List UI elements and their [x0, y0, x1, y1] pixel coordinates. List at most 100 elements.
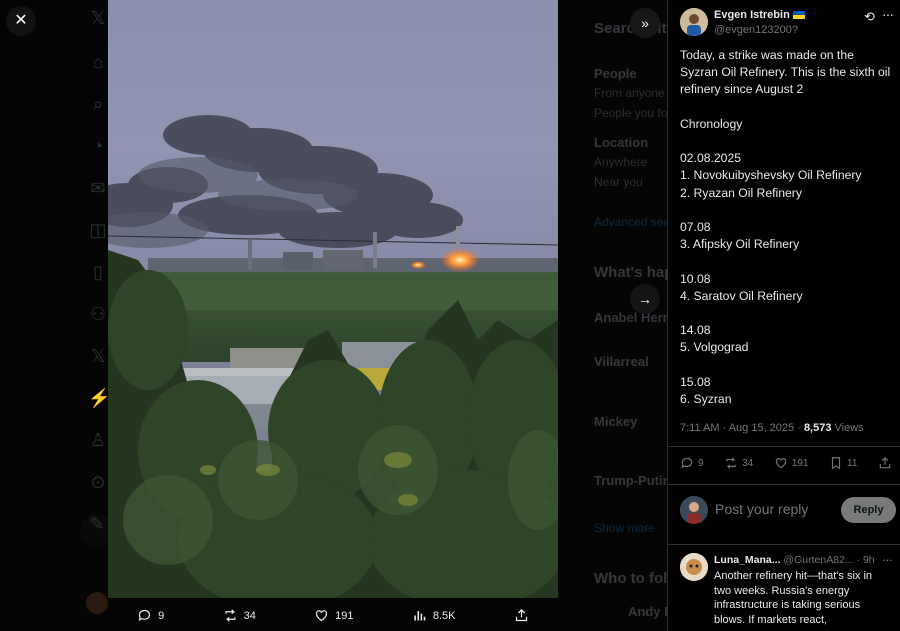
media-share-action[interactable]	[514, 608, 529, 623]
comment-text-line: two weeks. Russia's energy	[714, 584, 850, 597]
home-icon: ⌂	[92, 52, 104, 72]
refinery-fire-photo	[108, 0, 558, 598]
reply-action[interactable]: 9	[680, 456, 704, 470]
bg-near-you: Near you	[594, 175, 643, 189]
comment-text-line: infrastructure is taking serious	[714, 599, 861, 611]
reply-icon	[681, 457, 693, 469]
comment-header: Luna_Mana... @GurtenA82... · 9h	[714, 554, 875, 566]
post-action-bar: 9 34 191 11	[680, 456, 892, 470]
reply-icon	[138, 609, 151, 622]
media-views-action[interactable]: 8.5K	[412, 608, 456, 623]
grok-icon[interactable]: ⟲	[864, 9, 875, 25]
bg-anywhere: Anywhere	[594, 155, 648, 169]
post-detail-panel: Evgen Istrebin @evgen123200? ⟲ ··· Today…	[667, 0, 900, 631]
author-handle[interactable]: @evgen123200?	[714, 24, 798, 36]
post-text-line: 1. Novokuibyshevsky Oil Refinery	[680, 168, 862, 183]
reply-count: 9	[698, 457, 704, 469]
ukraine-flag-icon	[792, 11, 805, 19]
post-text-line	[680, 99, 896, 116]
more-nav-icon: ⊙	[90, 472, 106, 492]
bg-trend-3: Mickey	[594, 414, 638, 429]
bg-from-anyone: From anyone	[594, 86, 665, 100]
bg-trend-4: Trump-Putin	[594, 473, 667, 488]
like-action[interactable]: 191	[774, 456, 809, 470]
post-text-line: Chronology	[680, 116, 743, 131]
bg-trend-1: Anabel Hernández	[594, 310, 667, 325]
bg-trend-2: Villarreal	[594, 354, 649, 369]
more-options-icon[interactable]: ···	[882, 6, 894, 22]
media-reply-action[interactable]: 9	[137, 608, 164, 623]
account-avatar	[86, 592, 108, 614]
close-button[interactable]: ✕	[6, 6, 36, 36]
post-text-line: Today, a strike was made on the	[680, 48, 854, 62]
current-user-avatar	[680, 496, 708, 524]
heart-icon	[775, 458, 787, 469]
post-text-line	[680, 253, 896, 270]
bg-whats-happening: What's happening	[594, 264, 667, 281]
post-text-line: 6. Syzran	[680, 391, 732, 406]
author-name-row[interactable]: Evgen Istrebin	[714, 9, 805, 21]
bg-who-to-follow: Who to follow	[594, 570, 667, 587]
profile-icon: ♙	[89, 430, 107, 450]
post-photo[interactable]	[108, 0, 558, 598]
post-text-line: 3. Afipsky Oil Refinery	[680, 237, 800, 252]
post-text-line	[680, 202, 896, 219]
comment-author-name[interactable]: Luna_Mana...	[714, 554, 781, 566]
divider	[668, 544, 900, 545]
bookmark-icon	[831, 457, 841, 470]
repost-count: 34	[742, 457, 754, 469]
post-text-line: 4. Saratov Oil Refinery	[680, 288, 803, 303]
author-name[interactable]: Evgen Istrebin	[714, 9, 790, 21]
post-text-line: 14.08	[680, 323, 711, 338]
like-count: 191	[791, 457, 809, 469]
media-reply-count: 9	[158, 609, 165, 622]
media-views-count: 8.5K	[432, 609, 456, 622]
bg-follow-suggestion: Andy B	[628, 604, 667, 619]
background-search-column: Search filters People From anyone People…	[580, 0, 667, 631]
reply-button[interactable]: Reply	[841, 497, 896, 523]
comment-more-icon[interactable]: ···	[882, 552, 893, 567]
author-avatar-image	[680, 8, 708, 36]
media-repost-action[interactable]: 34	[223, 608, 256, 623]
media-action-bar: 9 34 191 8.5K	[108, 600, 558, 631]
grok-nav-icon: ◫	[89, 220, 107, 240]
bookmark-action[interactable]: 11	[829, 456, 857, 470]
current-user-avatar-image	[680, 496, 708, 524]
x-logo-icon: 𝕏	[90, 8, 106, 28]
communities-icon: ⚇	[89, 304, 107, 324]
repost-action[interactable]: 34	[724, 456, 753, 470]
post-text-line: 5. Volgograd	[680, 340, 749, 355]
share-icon	[879, 456, 891, 469]
media-like-action[interactable]: 191	[314, 608, 354, 623]
divider	[668, 446, 900, 447]
premium-icon: 𝕏	[90, 346, 106, 366]
heart-icon	[316, 610, 328, 622]
next-media-button[interactable]: →	[630, 284, 660, 314]
collapse-panel-button[interactable]: »	[630, 8, 660, 38]
share-action[interactable]	[878, 456, 892, 470]
comment-text-line: blows. If markets react,	[714, 613, 828, 626]
comment-meta: @GurtenA82... · 9h	[780, 554, 875, 566]
bg-show-more: Show more	[594, 521, 655, 535]
media-like-count: 191	[335, 609, 354, 622]
comment-avatar[interactable]	[680, 553, 708, 581]
post-views-label: Views	[831, 422, 864, 434]
divider	[668, 484, 900, 485]
media-repost-count: 34	[243, 609, 256, 622]
bookmarks-icon: ▯	[93, 262, 103, 282]
repost-icon	[726, 457, 736, 469]
post-meta: 7:11 AM · Aug 15, 2025 · 8,573 Views	[680, 422, 864, 434]
post-timestamp[interactable]: 7:11 AM · Aug 15, 2025 ·	[680, 422, 804, 434]
bg-people-label: People	[594, 66, 637, 81]
comment-avatar-image	[680, 553, 708, 581]
views-icon	[414, 611, 426, 621]
author-avatar[interactable]	[680, 8, 708, 36]
bg-location-label: Location	[594, 135, 649, 150]
post-views-count: 8,573	[803, 422, 832, 434]
post-text-line: Syzran Oil Refinery. This is the sixth o…	[680, 65, 891, 80]
notifications-icon: ◔	[92, 136, 104, 156]
reply-input[interactable]: Post your reply	[715, 501, 808, 517]
explore-icon: ⌕	[92, 94, 104, 114]
messages-icon: ✉	[90, 178, 106, 198]
post-text-line: 2. Ryazan Oil Refinery	[680, 185, 802, 200]
